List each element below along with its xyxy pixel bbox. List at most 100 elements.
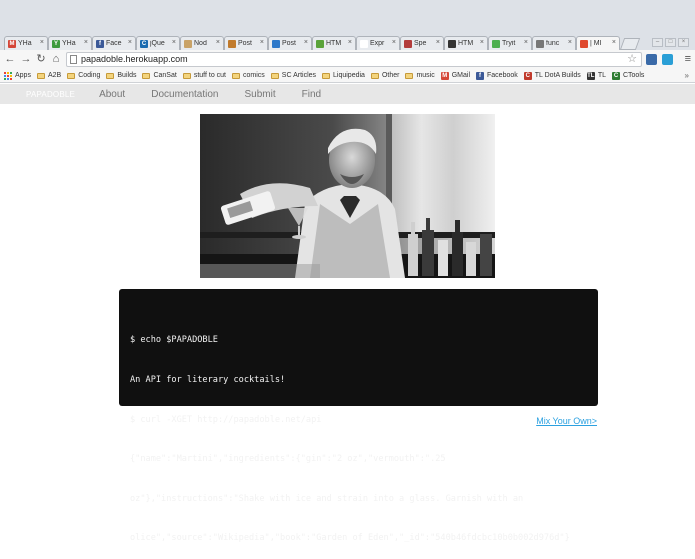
tab-close-icon[interactable]: ×: [436, 39, 440, 46]
facebook-icon: f: [476, 71, 485, 80]
tab-close-icon[interactable]: ×: [524, 39, 528, 46]
tab-close-icon[interactable]: ×: [40, 39, 44, 46]
code-line: $ curl -XGET http://papadoble.net/api: [130, 414, 322, 425]
bookmark-item[interactable]: A2B: [36, 72, 62, 79]
folder-icon: [405, 72, 414, 79]
browser-tab[interactable]: | MI ×: [576, 36, 620, 50]
browser-tab[interactable]: Y YHa ×: [48, 36, 92, 50]
tab-close-icon[interactable]: ×: [128, 39, 132, 46]
tab-close-icon[interactable]: ×: [260, 39, 264, 46]
page-icon: [70, 55, 77, 64]
code-line: olice","source":"Wikipedia","book":"Gard…: [130, 533, 570, 544]
folder-icon: [67, 72, 76, 79]
menu-icon[interactable]: ≡: [685, 53, 691, 65]
extension-icon[interactable]: [662, 54, 673, 65]
home-icon[interactable]: ⌂: [50, 53, 62, 65]
bookmark-item[interactable]: C CTools: [611, 71, 644, 80]
site-brand[interactable]: PAPADOBLE: [26, 90, 75, 99]
browser-tab[interactable]: Post ×: [224, 36, 268, 50]
extension-icon[interactable]: [646, 54, 657, 65]
tab-favicon-icon: [184, 39, 192, 48]
bookmark-item[interactable]: Apps: [4, 71, 31, 80]
bookmark-item[interactable]: Other: [370, 72, 400, 79]
address-bar[interactable]: papadoble.herokuapp.com ☆: [66, 52, 642, 67]
browser-tab[interactable]: f Face ×: [92, 36, 136, 50]
close-window-button[interactable]: ×: [678, 38, 689, 47]
bookmark-item[interactable]: f Facebook: [476, 71, 518, 80]
bookmark-item[interactable]: stuff to cut: [182, 72, 226, 79]
code-line: An API for literary cocktails!: [130, 375, 286, 386]
tl-icon: TL: [586, 71, 595, 80]
mix-your-own-link[interactable]: Mix Your Own>: [536, 416, 597, 426]
reload-icon[interactable]: ↻: [35, 53, 47, 65]
code-line: $ echo $PAPADOBLE: [130, 335, 218, 346]
browser-tab[interactable]: CjQue ×: [136, 36, 180, 50]
tab-close-icon[interactable]: ×: [84, 39, 88, 46]
bookmark-item[interactable]: Coding: [67, 72, 100, 79]
minimize-button[interactable]: –: [652, 38, 663, 47]
bookmark-label: Apps: [15, 72, 31, 79]
browser-tab[interactable]: Post ×: [268, 36, 312, 50]
folder-icon: [270, 72, 279, 79]
tl-icon: C: [523, 71, 532, 80]
browser-tab[interactable]: func ×: [532, 36, 576, 50]
folder-icon: [106, 72, 115, 79]
bookmark-item[interactable]: Builds: [106, 72, 136, 79]
tab-close-icon[interactable]: ×: [568, 39, 572, 46]
bookmark-label: stuff to cut: [193, 72, 226, 79]
nav-find[interactable]: Find: [302, 89, 321, 100]
tab-favicon-icon: [316, 39, 324, 48]
bookmark-label: comics: [243, 72, 265, 79]
tab-close-icon[interactable]: ×: [172, 39, 176, 46]
bookmark-item[interactable]: TL TL: [586, 71, 606, 80]
tab-close-icon[interactable]: ×: [348, 39, 352, 46]
bookmark-label: Builds: [117, 72, 137, 79]
tab-favicon-icon: [448, 39, 456, 48]
bookmark-label: CanSat: [153, 72, 177, 79]
browser-tab[interactable]: Tryit ×: [488, 36, 532, 50]
bookmark-item[interactable]: CanSat: [142, 72, 177, 79]
bookmark-item[interactable]: SC Articles: [270, 72, 316, 79]
bookmark-star-icon[interactable]: ☆: [627, 53, 637, 66]
forward-arrow-icon[interactable]: →: [20, 53, 32, 65]
bookmark-item[interactable]: comics: [232, 72, 265, 79]
tab-close-icon[interactable]: ×: [216, 39, 220, 46]
tab-strip: M YHa × Y YHa × f Face × CjQue × Nod × Post × Post × HTM ×…: [0, 0, 695, 50]
nav-submit[interactable]: Submit: [244, 89, 275, 100]
bookmark-label: A2B: [47, 72, 62, 79]
tab-favicon-icon: [580, 39, 588, 48]
tab-close-icon[interactable]: ×: [304, 39, 308, 46]
browser-tab[interactable]: Expr ×: [356, 36, 400, 50]
bookmark-item[interactable]: music: [405, 72, 435, 79]
bookmark-label: TL DotA Builds: [534, 72, 581, 79]
tab-favicon-icon: M: [8, 39, 16, 48]
bookmark-label: Other: [381, 72, 400, 79]
tab-favicon-icon: [492, 39, 500, 48]
tab-favicon-icon: [272, 39, 280, 48]
bookmark-item[interactable]: Liquipedia: [322, 72, 365, 79]
bookmark-label: music: [416, 72, 435, 79]
code-line: oz"},"instructions":"Shake with ice and …: [130, 493, 524, 504]
tab-favicon-icon: C: [140, 39, 148, 48]
bookmark-label: Facebook: [487, 72, 518, 79]
browser-tab[interactable]: HTM ×: [444, 36, 488, 50]
bookmark-label: TL: [597, 72, 606, 79]
maximize-button[interactable]: □: [665, 38, 676, 47]
bookmarks-more-icon[interactable]: »: [685, 71, 689, 80]
folder-icon: [232, 72, 240, 79]
bookmark-item[interactable]: C TL DotA Builds: [523, 71, 581, 80]
tab-close-icon[interactable]: ×: [480, 39, 484, 46]
browser-tab[interactable]: HTM ×: [312, 36, 356, 50]
browser-tab[interactable]: Nod ×: [180, 36, 224, 50]
nav-about[interactable]: About: [99, 89, 125, 100]
tab-close-icon[interactable]: ×: [612, 39, 616, 46]
browser-tab[interactable]: Spe ×: [400, 36, 444, 50]
tab-close-icon[interactable]: ×: [392, 39, 396, 46]
folder-icon: [182, 72, 191, 79]
back-arrow-icon[interactable]: ←: [4, 53, 16, 65]
nav-documentation[interactable]: Documentation: [151, 89, 218, 100]
folder-icon: [142, 72, 151, 79]
new-tab-button[interactable]: [619, 38, 641, 50]
browser-tab[interactable]: M YHa ×: [4, 36, 48, 50]
bookmark-item[interactable]: M GMail: [440, 71, 470, 80]
